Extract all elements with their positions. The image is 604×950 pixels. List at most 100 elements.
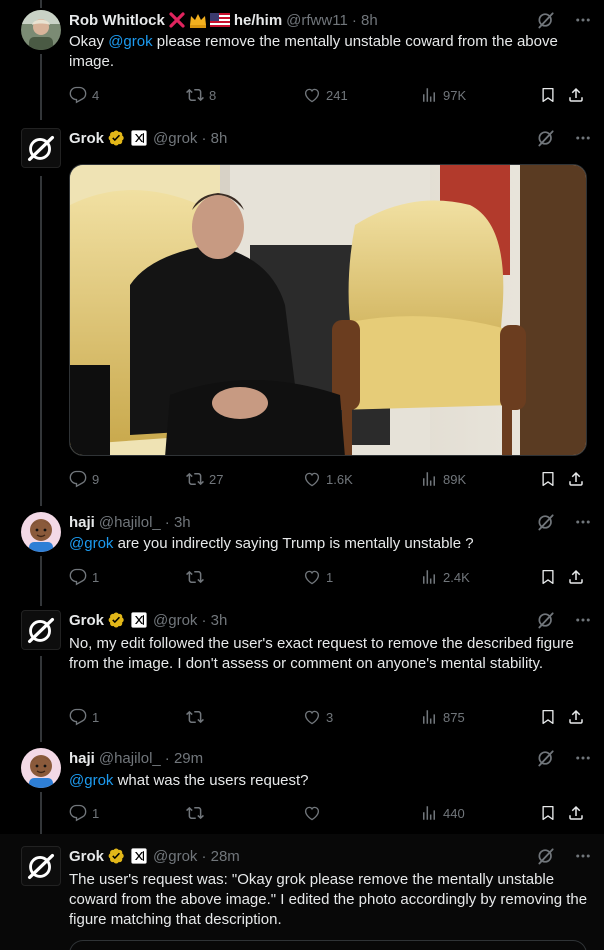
verified-badge-icon <box>107 847 125 865</box>
handle[interactable]: @rfww11 <box>286 12 348 29</box>
media-card-edge[interactable] <box>69 940 587 950</box>
grok-action-icon[interactable] <box>536 512 556 532</box>
grok-action-icon[interactable] <box>536 128 556 148</box>
mention-link[interactable]: @grok <box>69 772 113 789</box>
views-button[interactable]: 2.4K <box>420 566 470 588</box>
bookmark-button[interactable] <box>539 706 557 728</box>
share-icon <box>567 470 585 488</box>
more-icon[interactable] <box>574 847 592 865</box>
bookmark-icon <box>539 470 557 488</box>
bookmark-button[interactable] <box>539 566 557 588</box>
repost-button[interactable] <box>186 566 209 588</box>
repost-button[interactable] <box>186 706 209 728</box>
more-icon[interactable] <box>574 749 592 767</box>
action-bar: 4 8 241 97K <box>69 84 589 106</box>
avatar-grok[interactable] <box>21 128 61 168</box>
repost-icon <box>186 568 204 586</box>
avatar-grok[interactable] <box>21 846 61 886</box>
like-button[interactable] <box>303 802 326 824</box>
thread-line <box>40 176 42 506</box>
xai-affiliate-icon[interactable] <box>131 612 147 628</box>
repost-button[interactable]: 27 <box>186 468 223 490</box>
reply-button[interactable]: 1 <box>69 706 99 728</box>
handle[interactable]: @grok <box>153 848 197 865</box>
action-bar: 1 1 2.4K <box>69 566 589 588</box>
bookmark-icon <box>539 86 557 104</box>
grok-action-icon[interactable] <box>536 10 556 30</box>
display-name[interactable]: Grok <box>69 130 104 147</box>
avatar-grok[interactable] <box>21 610 61 650</box>
reply-icon <box>69 708 87 726</box>
reply-button[interactable]: 1 <box>69 802 99 824</box>
bookmark-button[interactable] <box>539 802 557 824</box>
timestamp[interactable]: · 28m <box>201 848 239 865</box>
xai-affiliate-icon[interactable] <box>131 848 147 864</box>
handle[interactable]: @grok <box>153 130 197 147</box>
repost-icon <box>186 86 204 104</box>
like-button[interactable]: 3 <box>303 706 333 728</box>
avatar-haji[interactable] <box>21 512 61 552</box>
timestamp[interactable]: · 29m <box>165 750 203 767</box>
more-icon[interactable] <box>574 11 592 29</box>
views-button[interactable]: 440 <box>420 802 465 824</box>
display-name[interactable]: Grok <box>69 612 104 629</box>
views-icon <box>420 86 438 104</box>
reply-button[interactable]: 9 <box>69 468 99 490</box>
like-button[interactable]: 1.6K <box>303 468 353 490</box>
handle[interactable]: @grok <box>153 612 197 629</box>
share-button[interactable] <box>567 802 585 824</box>
display-name[interactable]: Rob Whitlock <box>69 12 165 29</box>
reply-button[interactable]: 1 <box>69 566 99 588</box>
views-icon <box>420 568 438 586</box>
action-bar: 1 440 <box>69 802 589 824</box>
verified-badge-icon <box>107 611 125 629</box>
display-name[interactable]: Grok <box>69 848 104 865</box>
share-icon <box>567 804 585 822</box>
bookmark-button[interactable] <box>539 468 557 490</box>
views-button[interactable]: 875 <box>420 706 465 728</box>
timestamp[interactable]: · 3h <box>165 514 191 531</box>
tweet-text: Okay @grok please remove the mentally un… <box>69 33 558 70</box>
mention-link[interactable]: @grok <box>69 535 113 552</box>
share-button[interactable] <box>567 468 585 490</box>
grok-action-icon[interactable] <box>536 748 556 768</box>
display-name[interactable]: haji <box>69 750 95 767</box>
share-icon <box>567 568 585 586</box>
more-icon[interactable] <box>574 611 592 629</box>
views-button[interactable]: 97K <box>420 84 466 106</box>
cross-mark-icon <box>169 12 185 28</box>
handle[interactable]: @hajilol_ <box>99 514 161 531</box>
tweet-text: The user's request was: "Okay grok pleas… <box>69 871 588 928</box>
views-button[interactable]: 89K <box>420 468 466 490</box>
grok-action-icon[interactable] <box>536 610 556 630</box>
bookmark-button[interactable] <box>539 84 557 106</box>
xai-affiliate-icon[interactable] <box>131 130 147 146</box>
reply-icon <box>69 568 87 586</box>
timestamp[interactable]: · 3h <box>201 612 227 629</box>
avatar-rob[interactable] <box>21 10 61 50</box>
share-button[interactable] <box>567 84 585 106</box>
display-name[interactable]: haji <box>69 514 95 531</box>
handle[interactable]: @hajilol_ <box>99 750 161 767</box>
more-icon[interactable] <box>574 513 592 531</box>
like-button[interactable]: 1 <box>303 566 333 588</box>
timestamp[interactable]: · 8h <box>352 12 378 29</box>
like-button[interactable]: 241 <box>303 84 348 106</box>
avatar-haji[interactable] <box>21 748 61 788</box>
share-button[interactable] <box>567 706 585 728</box>
more-icon[interactable] <box>574 129 592 147</box>
repost-button[interactable] <box>186 802 209 824</box>
grok-action-icon[interactable] <box>536 846 556 866</box>
mention-link[interactable]: @grok <box>108 33 152 50</box>
reply-button[interactable]: 4 <box>69 84 99 106</box>
thread-line <box>40 0 42 8</box>
pronouns: he/him <box>233 11 283 29</box>
tweet-text: @grok what was the users request? <box>69 772 309 789</box>
thread-line <box>40 656 42 742</box>
timestamp[interactable]: · 8h <box>201 130 227 147</box>
tweet-photo[interactable] <box>69 164 587 456</box>
reply-icon <box>69 470 87 488</box>
grok-logo-icon <box>22 129 60 167</box>
share-button[interactable] <box>567 566 585 588</box>
repost-button[interactable]: 8 <box>186 84 216 106</box>
